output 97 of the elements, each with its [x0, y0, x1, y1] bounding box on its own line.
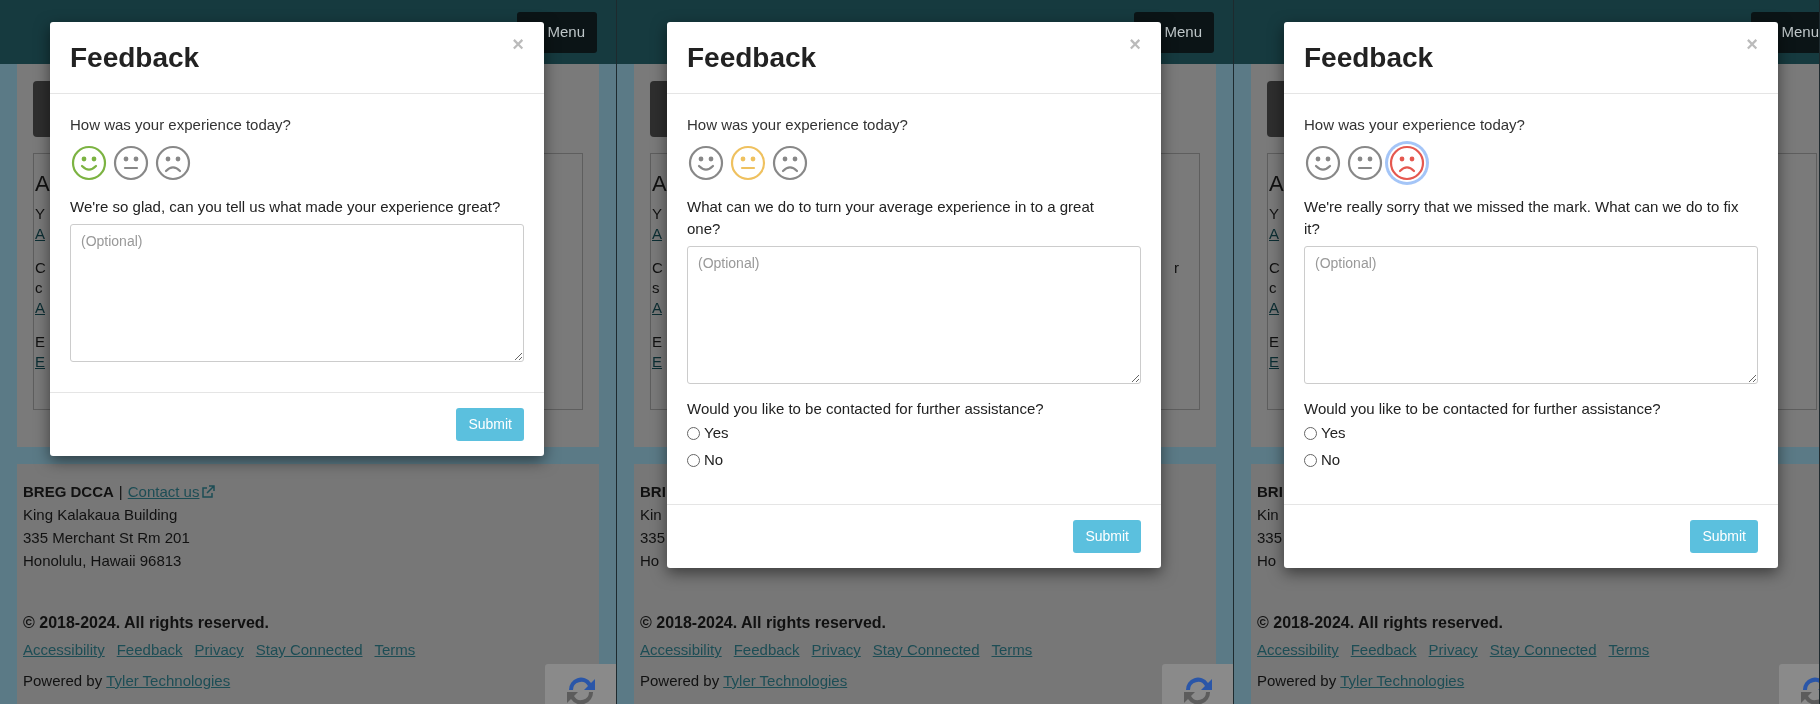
text-fragment: r [1174, 258, 1179, 278]
text-fragment: E [652, 332, 662, 352]
footer-link[interactable]: Privacy [811, 638, 861, 662]
address-line: 335 [1257, 528, 1283, 548]
copyright-text: © 2018-2024. All rights reserved. [1257, 613, 1503, 633]
footer-link[interactable]: Feedback [1350, 638, 1417, 662]
org-name: BRI [640, 482, 666, 502]
separator: | [118, 482, 123, 502]
text-fragment: E [35, 332, 45, 352]
footer-link[interactable]: Feedback [733, 638, 800, 662]
text-fragment: E [1269, 332, 1279, 352]
link-fragment[interactable]: A [652, 224, 662, 244]
smiley-face-icon[interactable] [70, 144, 108, 182]
frowning-face-icon[interactable] [154, 144, 192, 182]
footer-link[interactable]: Privacy [194, 638, 244, 662]
address-line: Ho [640, 551, 660, 571]
radio-button[interactable] [1304, 427, 1317, 440]
link-fragment[interactable]: A [35, 224, 45, 244]
question-text: How was your experience today? [687, 115, 909, 135]
prompt-text: What can we do to turn your average experience in to a great one? [687, 197, 1095, 239]
heading-fragment: A [1269, 170, 1285, 198]
question-text: How was your experience today? [1304, 115, 1526, 135]
powered-by-link[interactable]: Tyler Technologies [1340, 669, 1465, 693]
dialog-title: Feedback [687, 40, 817, 75]
text-fragment: Y [35, 204, 45, 224]
frowning-face-icon[interactable] [1388, 144, 1426, 182]
text-fragment: C [1269, 258, 1280, 278]
org-name: BREG DCCA [23, 482, 114, 502]
text-fragment: Y [652, 204, 662, 224]
footer-link[interactable]: Accessibility [23, 638, 105, 662]
text-fragment: Y [1269, 204, 1279, 224]
address-line: King Kalakaua Building [23, 505, 178, 525]
powered-by-text: Powered by [23, 671, 103, 691]
text-fragment: c [1269, 278, 1277, 298]
smiley-face-icon[interactable] [687, 144, 725, 182]
link-fragment[interactable]: A [1269, 298, 1279, 318]
option-label: Yes [704, 423, 729, 444]
link-fragment[interactable]: A [652, 298, 662, 318]
smiley-face-icon[interactable] [1304, 144, 1342, 182]
prompt-text: We're really sorry that we missed the mark. What can we do to fix it? [1304, 197, 1740, 239]
heading-fragment: A [652, 170, 668, 198]
address-line: Kin [640, 505, 662, 525]
contact-question: Would you like to be contacted for further assistance? [1304, 399, 1662, 419]
link-fragment[interactable]: E [652, 352, 662, 372]
powered-by-text: Powered by [1257, 671, 1337, 691]
address-line: 335 [640, 528, 666, 548]
neutral-face-icon[interactable] [1346, 144, 1384, 182]
text-fragment: s [652, 278, 660, 298]
text-fragment: C [652, 258, 663, 278]
question-text: How was your experience today? [70, 115, 292, 135]
footer-link[interactable]: Stay Connected [872, 638, 980, 662]
footer-link[interactable]: Stay Connected [1489, 638, 1597, 662]
radio-button[interactable] [1304, 454, 1317, 467]
footer-link[interactable]: Stay Connected [255, 638, 363, 662]
radio-button[interactable] [687, 427, 700, 440]
neutral-face-icon[interactable] [112, 144, 150, 182]
footer-link[interactable]: Accessibility [640, 638, 722, 662]
text-area[interactable]: (Optional) [70, 224, 524, 362]
heading-fragment: A [35, 170, 51, 198]
prompt-text: We're so glad, can you tell us what made your experience great? [70, 197, 502, 217]
address-line: Ho [1257, 551, 1277, 571]
link-fragment[interactable]: A [35, 298, 45, 318]
powered-by-link[interactable]: Tyler Technologies [106, 669, 231, 693]
dialog-title: Feedback [1304, 40, 1434, 75]
address-line: Kin [1257, 505, 1279, 525]
powered-by-link[interactable]: Tyler Technologies [723, 669, 848, 693]
contact-question: Would you like to be contacted for further assistance? [687, 399, 1045, 419]
submit-button[interactable]: Submit [1073, 520, 1141, 553]
powered-by-text: Powered by [640, 671, 720, 691]
contact-link[interactable]: Contact us [127, 480, 216, 504]
link-fragment[interactable]: E [1269, 352, 1279, 372]
copyright-text: © 2018-2024. All rights reserved. [23, 613, 269, 633]
org-name: BRI [1257, 482, 1283, 502]
address-line: Honolulu, Hawaii 96813 [23, 551, 182, 571]
radio-button[interactable] [687, 454, 700, 467]
link-fragment[interactable]: A [1269, 224, 1279, 244]
copyright-text: © 2018-2024. All rights reserved. [640, 613, 886, 633]
link-fragment[interactable]: E [35, 352, 45, 372]
text-fragment: c [35, 278, 43, 298]
address-line: 335 Merchant St Rm 201 [23, 528, 190, 548]
external-link-icon [201, 485, 216, 499]
option-label: No [1321, 450, 1341, 471]
text-area[interactable]: (Optional) [1304, 246, 1758, 384]
footer-link[interactable]: Terms [1608, 638, 1650, 662]
dialog-title: Feedback [70, 40, 200, 75]
footer-link[interactable]: Feedback [116, 638, 183, 662]
option-label: Yes [1321, 423, 1346, 444]
submit-button[interactable]: Submit [456, 408, 524, 441]
submit-button[interactable]: Submit [1690, 520, 1758, 553]
option-label: No [704, 450, 724, 471]
footer-link[interactable]: Terms [991, 638, 1033, 662]
text-area[interactable]: (Optional) [687, 246, 1141, 384]
footer-link[interactable]: Accessibility [1257, 638, 1339, 662]
footer-link[interactable]: Privacy [1428, 638, 1478, 662]
text-fragment: C [35, 258, 46, 278]
footer-link[interactable]: Terms [374, 638, 416, 662]
frowning-face-icon[interactable] [771, 144, 809, 182]
